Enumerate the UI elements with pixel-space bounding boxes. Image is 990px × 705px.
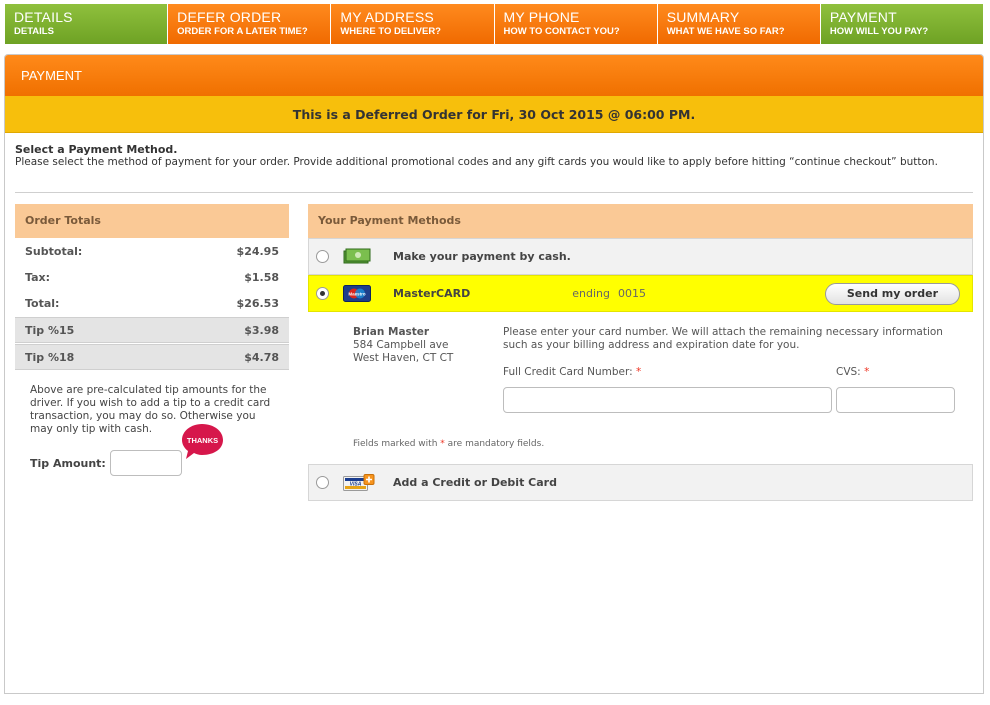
mandatory-prefix: Fields marked with: [353, 439, 438, 449]
required-mark: *: [635, 366, 642, 378]
tip-row-18[interactable]: Tip %18 $4.78: [15, 344, 289, 370]
step-defer-order[interactable]: DEFER ORDER ORDER FOR A LATER TIME?: [168, 4, 332, 44]
payment-panel: PAYMENT This is a Deferred Order for Fri…: [4, 54, 984, 694]
add-card-label: Add a Credit or Debit Card: [393, 476, 557, 489]
send-order-button[interactable]: Send my order: [824, 282, 960, 305]
step-title: SUMMARY: [666, 9, 740, 25]
mandatory-note: Fields marked with * are mandatory field…: [353, 439, 544, 449]
tip-label: Tip %18: [25, 350, 75, 364]
totals-label: Total:: [25, 296, 60, 310]
cc-number-label: Full Credit Card Number: *: [503, 366, 641, 378]
step-subtitle: DETAILS: [14, 26, 54, 37]
card-form: Brian Master 584 Campbell ave West Haven…: [308, 312, 973, 464]
totals-row-total: Total: $26.53: [15, 290, 289, 316]
step-subtitle: HOW WILL YOU PAY?: [829, 26, 929, 37]
step-title: DETAILS: [14, 9, 73, 25]
tip-note: Above are pre-calculated tip amounts for…: [30, 384, 271, 435]
maestro-card-icon: Maestro: [343, 285, 371, 302]
tip-value: $3.98: [244, 323, 279, 337]
order-totals: Order Totals Subtotal: $24.95 Tax: $1.58…: [15, 204, 289, 476]
mastercard-radio[interactable]: [316, 287, 329, 300]
cash-label: Make your payment by cash.: [393, 250, 571, 263]
billing-address: Brian Master 584 Campbell ave West Haven…: [353, 326, 453, 365]
step-title: MY ADDRESS: [340, 9, 434, 25]
cc-label-text: Full Credit Card Number:: [503, 366, 633, 378]
cash-icon: [343, 248, 371, 264]
step-subtitle: HOW TO CONTACT YOU?: [503, 26, 620, 37]
order-totals-heading: Order Totals: [15, 204, 289, 238]
visa-card-plus-icon: VISA: [343, 474, 375, 491]
step-subtitle: WHERE TO DELIVER?: [340, 26, 441, 37]
payment-methods: Your Payment Methods Make your payment b…: [308, 204, 973, 501]
step-title: MY PHONE: [503, 9, 580, 25]
tip-amount-input[interactable]: [109, 450, 182, 476]
card-form-instructions: Please enter your card number. We will a…: [503, 326, 943, 351]
totals-row-subtotal: Subtotal: $24.95: [15, 238, 289, 264]
card-name: MasterCARD: [393, 287, 471, 300]
ending-number: 0015: [617, 287, 646, 300]
method-add-card[interactable]: VISA Add a Credit or Debit Card: [308, 464, 973, 501]
add-card-radio[interactable]: [316, 476, 329, 489]
payment-intro: Select a Payment Method. Please select t…: [15, 143, 975, 168]
cash-radio[interactable]: [316, 250, 329, 263]
tip-value: $4.78: [244, 350, 279, 364]
totals-label: Subtotal:: [25, 244, 83, 258]
mandatory-suffix: are mandatory fields.: [447, 439, 545, 449]
totals-value: $1.58: [244, 270, 279, 284]
tip-row-15[interactable]: Tip %15 $3.98: [15, 317, 289, 343]
intro-heading: Select a Payment Method.: [15, 143, 178, 156]
billing-line1: 584 Campbell ave: [353, 339, 449, 351]
intro-text: Please select the method of payment for …: [15, 156, 938, 168]
step-title: DEFER ORDER: [177, 9, 282, 25]
totals-value: $24.95: [236, 244, 279, 258]
step-title: PAYMENT: [829, 9, 897, 25]
step-details[interactable]: DETAILS DETAILS: [5, 4, 169, 44]
billing-line2: West Haven, CT CT: [353, 352, 454, 364]
tip-label: Tip %15: [25, 323, 75, 337]
step-my-phone[interactable]: MY PHONE HOW TO CONTACT YOU?: [494, 4, 658, 44]
cvs-label: CVS: *: [836, 366, 869, 378]
step-subtitle: WHAT WE HAVE SO FAR?: [666, 26, 785, 37]
totals-label: Tax:: [25, 270, 51, 284]
cvs-input[interactable]: [836, 387, 955, 413]
method-mastercard[interactable]: Maestro MasterCARD ending 0015 Send my o…: [308, 275, 973, 312]
step-my-address[interactable]: MY ADDRESS WHERE TO DELIVER?: [331, 4, 495, 44]
required-mark: *: [440, 439, 445, 449]
ending-label: ending: [572, 287, 610, 300]
cc-number-input[interactable]: [503, 387, 832, 413]
divider: [15, 192, 973, 193]
step-subtitle: ORDER FOR A LATER TIME?: [177, 26, 308, 37]
visa-badge-text: VISA: [350, 482, 362, 488]
required-mark: *: [864, 366, 870, 378]
step-payment[interactable]: PAYMENT HOW WILL YOU PAY?: [820, 4, 984, 44]
panel-title: PAYMENT: [5, 55, 983, 96]
totals-value: $26.53: [236, 296, 279, 310]
billing-name: Brian Master: [353, 326, 430, 338]
cvs-label-text: CVS:: [836, 366, 861, 378]
deferred-order-notice: This is a Deferred Order for Fri, 30 Oct…: [5, 96, 983, 133]
payment-methods-heading: Your Payment Methods: [308, 204, 973, 238]
card-badge-text: Maestro: [348, 292, 366, 297]
method-cash[interactable]: Make your payment by cash.: [308, 238, 973, 275]
thanks-bubble-icon: THANKS: [182, 424, 223, 459]
checkout-steps: DETAILS DETAILS DEFER ORDER ORDER FOR A …: [5, 4, 984, 44]
thanks-label: THANKS: [187, 436, 218, 445]
tip-amount-label: Tip Amount:: [30, 456, 106, 470]
step-summary[interactable]: SUMMARY WHAT WE HAVE SO FAR?: [657, 4, 821, 44]
tip-amount-group: Tip Amount: THANKS: [15, 424, 289, 476]
totals-row-tax: Tax: $1.58: [15, 264, 289, 290]
